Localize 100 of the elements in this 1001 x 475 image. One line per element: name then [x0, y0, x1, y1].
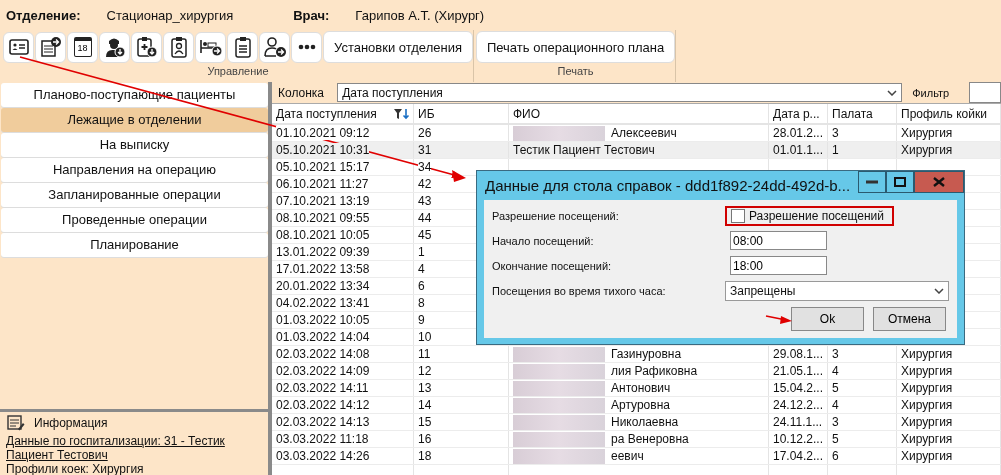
table-cell: 9: [418, 313, 425, 327]
end-time-field[interactable]: 18:00: [730, 256, 827, 275]
table-cell: 3: [832, 415, 839, 429]
start-time-field[interactable]: 08:00: [730, 231, 827, 250]
table-cell: 20.01.2022 13:34: [276, 279, 370, 293]
table-cell: 5: [832, 432, 839, 446]
table-cell: 28.01.2...: [773, 126, 824, 140]
table-cell: 3: [832, 347, 839, 361]
table-cell: Хирургия: [901, 364, 953, 378]
column-label: Колонка: [278, 85, 326, 100]
table-cell: Антонович: [611, 381, 671, 395]
table-cell: 03.03.2022 11:18: [276, 432, 369, 446]
table-cell: лия Рафиковна: [611, 364, 698, 378]
table-cell: 5: [832, 381, 839, 395]
table-cell: 01.01.1...: [773, 143, 824, 157]
sidebar-item[interactable]: Проведенные операции: [1, 208, 268, 232]
table-row[interactable]: 05.10.2021 10:31 31 Тестик Пациент Тестович 01.01.1... 1 Хирургия: [272, 142, 1001, 159]
table-cell: Хирургия: [901, 432, 953, 446]
table-cell: Хирургия: [901, 449, 953, 463]
field-label: Окончание посещений:: [492, 259, 613, 272]
table-cell: 14: [418, 398, 432, 412]
sidebar-item[interactable]: Запланированные операции: [1, 183, 268, 207]
table-row[interactable]: 02.03.2022 14:11 13 Антонович 15.04.2... 5 Хирургия: [272, 380, 1001, 397]
table-cell: 34: [418, 160, 432, 174]
table-cell: 15: [418, 415, 432, 429]
table-cell: 01.03.2022 14:04: [276, 330, 370, 344]
table-cell: Хирургия: [901, 381, 953, 395]
department-settings-button[interactable]: Установки отделения: [323, 31, 473, 63]
table-cell: Хирургия: [901, 347, 953, 361]
table-cell: 17.01.2022 13:58: [276, 262, 370, 276]
table-cell: 4: [418, 262, 425, 276]
table-cell: Хирургия: [901, 143, 953, 157]
table-row[interactable]: 02.03.2022 14:13 15 Николаевна 24.11.1... 3 Хирургия: [272, 414, 1001, 431]
field-label: Посещения во время тихого часа:: [492, 284, 667, 297]
table-cell: 8: [418, 296, 425, 310]
table-row[interactable]: 03.03.2022 11:18 16 ра Венеровна 10.12.2... 5 Хирургия: [272, 431, 1001, 448]
table-row[interactable]: 01.10.2021 09:12 26 Алексеевич 28.01.2... 3 Хирургия: [272, 125, 1001, 142]
calendar-icon: 18: [73, 37, 92, 57]
group-label: Управление: [206, 65, 270, 77]
table-cell: 4: [832, 364, 839, 378]
doctor-name: Гарипов А.Т. (Хирург): [355, 7, 485, 23]
table-cell: 21.05.1...: [773, 364, 824, 378]
table-cell: 02.03.2022 14:13: [276, 415, 370, 429]
print-plan-button[interactable]: Печать операционного плана: [475, 31, 676, 63]
table-cell: 04.02.2022 13:41: [276, 296, 370, 310]
hospitalization-link[interactable]: Данные по госпитализации: 31 - Тестик Пациент Тестович: [6, 434, 236, 462]
quiet-hour-select[interactable]: Запрещены: [725, 280, 949, 301]
table-cell: 07.10.2021 13:19: [276, 194, 370, 208]
table-cell: 3: [832, 126, 839, 140]
table-cell: 6: [418, 279, 425, 293]
table-row[interactable]: 03.03.2022 14:26 18 еевич 17.04.2... 6 Хирургия: [272, 448, 1001, 465]
table-cell: 29.08.1...: [773, 347, 824, 361]
table-cell: 6: [832, 449, 839, 463]
table-cell: 24.12.2...: [773, 398, 824, 412]
table-cell: 05.10.2021 10:31: [276, 143, 370, 157]
table-cell: Артуровна: [611, 398, 670, 412]
cancel-button[interactable]: Отмена: [873, 307, 946, 331]
field-label: Начало посещений:: [492, 234, 595, 247]
table-cell: 02.03.2022 14:09: [276, 364, 370, 378]
doctor-label: Врач:: [293, 7, 330, 23]
table-row[interactable]: 02.03.2022 14:09 12 лия Рафиковна 21.05.1... 4 Хирургия: [272, 363, 1001, 380]
sidebar-item[interactable]: На выписку: [1, 133, 268, 157]
table-cell: 43: [418, 194, 432, 208]
table-cell: 10.12.2...: [773, 432, 824, 446]
table-row[interactable]: 02.03.2022 14:08 11 Газинуровна 29.08.1... 3 Хирургия: [272, 346, 1001, 363]
table-cell: 11: [418, 347, 431, 361]
table-cell: Хирургия: [901, 126, 953, 140]
sidebar-item[interactable]: Планирование: [1, 233, 268, 257]
table-cell: 31: [418, 143, 432, 157]
table-cell: 01.10.2021 09:12: [276, 126, 370, 140]
table-cell: 4: [832, 398, 839, 412]
table-cell: 01.03.2022 10:05: [276, 313, 370, 327]
dialog-title: Данные для стола справок - ddd1f892-24dd-492d-b...: [485, 177, 851, 194]
visits-checkbox[interactable]: Разрешение посещений: [731, 208, 884, 223]
sidebar-item[interactable]: Направления на операцию: [1, 158, 268, 182]
ok-button[interactable]: Ok: [791, 307, 864, 331]
sidebar-item[interactable]: Лежащие в отделении: [1, 108, 268, 132]
table-cell: 45: [418, 228, 432, 242]
department-name: Стационар_хирургия: [106, 7, 234, 23]
field-label: Разрешение посещений:: [492, 209, 620, 222]
group-label: Печать: [556, 65, 595, 77]
info-text: Профили коек: Хирургия: [6, 462, 145, 475]
table-cell: Хирургия: [901, 415, 953, 429]
table-cell: Газинуровна: [611, 347, 682, 361]
table-cell: 10: [418, 330, 432, 344]
table-row[interactable]: 02.03.2022 14:12 14 Артуровна 24.12.2... 4 Хирургия: [272, 397, 1001, 414]
toolbar-button[interactable]: 18: [67, 31, 98, 63]
table-cell: 06.10.2021 11:27: [276, 177, 369, 191]
table-cell: 17.04.2...: [773, 449, 824, 463]
table-cell: 42: [418, 177, 432, 191]
table-cell: 24.11.1...: [773, 415, 823, 429]
column-select[interactable]: Дата поступления: [337, 83, 903, 102]
table-cell: 1: [418, 245, 425, 259]
table-cell: 02.03.2022 14:11: [276, 381, 369, 395]
table-cell: Алексеевич: [611, 126, 677, 140]
table-cell: 08.10.2021 09:55: [276, 211, 370, 225]
table-cell: 03.03.2022 14:26: [276, 449, 370, 463]
table-cell: 08.10.2021 10:05: [276, 228, 370, 242]
table-cell: 05.10.2021 15:17: [276, 160, 370, 174]
table-cell: 1: [832, 143, 839, 157]
